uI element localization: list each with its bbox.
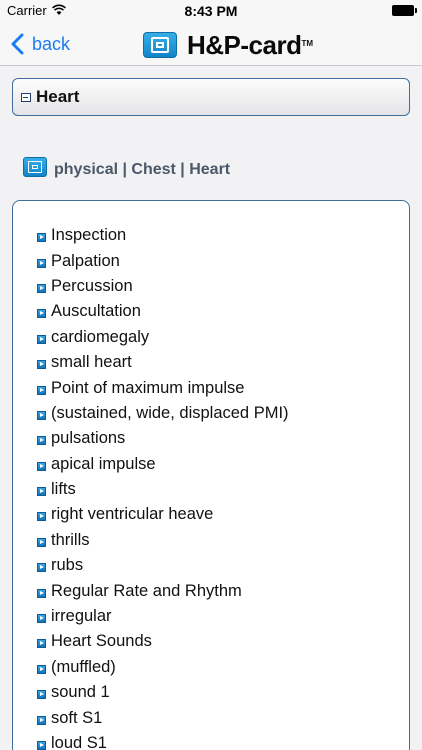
list-item-label: small heart [51,353,132,372]
findings-list-card: Inspection Palpation Percussion Auscultatio… [12,200,410,750]
list-item-label: Percussion [51,276,133,295]
arrow-bullet-icon [37,283,46,293]
section-header-heart[interactable]: Heart [12,78,410,116]
list-item-label: apical impulse [51,454,156,473]
arrow-bullet-icon [37,461,46,471]
arrow-bullet-icon [37,639,46,649]
list-item-label: thrills [51,530,90,549]
list-item-label: soft S1 [51,708,103,727]
list-item[interactable]: thrills [37,528,397,553]
list-item-label: loud S1 [51,734,107,750]
list-item-label: cardiomegaly [51,327,150,346]
list-item[interactable]: loud S1 [37,731,397,750]
arrow-bullet-icon [37,309,46,319]
arrow-bullet-icon [37,360,46,370]
app-logo: H&P-card TM [143,29,314,60]
arrow-bullet-icon [37,512,46,522]
list-item[interactable]: Point of maximum impulse [37,375,397,400]
list-item[interactable]: pulsations [37,426,397,451]
list-item[interactable]: sound 1 [37,680,397,705]
list-item[interactable]: rubs [37,553,397,578]
list-item[interactable]: small heart [37,350,397,375]
card-logo-icon [143,32,177,58]
list-item-label: Auscultation [51,302,141,321]
list-item-label: Regular Rate and Rhythm [51,581,242,600]
breadcrumb: physical | Chest | Heart [23,156,230,184]
list-item[interactable]: soft S1 [37,705,397,730]
arrow-bullet-icon [37,385,46,395]
battery-icon [392,5,417,16]
navigation-bar: back H&P-card TM [0,22,422,66]
list-item[interactable]: irregular [37,604,397,629]
list-item[interactable]: Inspection [37,223,397,248]
chevron-left-icon [11,33,24,55]
arrow-bullet-icon [37,563,46,573]
status-bar: Carrier 8:43 PM [0,0,422,22]
list-item-label: right ventricular heave [51,505,214,524]
list-item-label: Point of maximum impulse [51,378,245,397]
list-item-label: Inspection [51,226,127,245]
list-item-label: sound 1 [51,683,110,702]
list-item-label: Heart Sounds [51,632,152,651]
list-item[interactable]: lifts [37,477,397,502]
back-label: back [32,33,71,54]
list-item-label: (muffled) [51,657,116,676]
status-time: 8:43 PM [184,3,238,19]
arrow-bullet-icon [37,614,46,624]
arrow-bullet-icon [37,436,46,446]
list-item[interactable]: right ventricular heave [37,502,397,527]
arrow-bullet-icon [37,334,46,344]
list-item-label: (sustained, wide, displaced PMI) [51,403,289,422]
card-breadcrumb-icon [23,157,47,177]
back-button[interactable]: back [10,30,70,58]
list-item[interactable]: Regular Rate and Rhythm [37,578,397,603]
list-item[interactable]: (sustained, wide, displaced PMI) [37,401,397,426]
logo-trademark: TM [301,38,314,48]
list-item[interactable]: apical impulse [37,452,397,477]
list-item[interactable]: (muffled) [37,655,397,680]
arrow-bullet-icon [37,487,46,497]
arrow-bullet-icon [37,741,46,750]
section-icon [21,92,31,102]
arrow-bullet-icon [37,410,46,420]
logo-text: H&P-card [187,29,302,60]
list-item[interactable]: cardiomegaly [37,325,397,350]
list-item-label: irregular [51,607,112,626]
arrow-bullet-icon [37,715,46,725]
arrow-bullet-icon [37,664,46,674]
list-item-label: pulsations [51,429,126,448]
list-item[interactable]: Heart Sounds [37,629,397,654]
list-item[interactable]: Auscultation [37,299,397,324]
section-title: Heart [36,87,80,106]
arrow-bullet-icon [37,588,46,598]
arrow-bullet-icon [37,258,46,268]
arrow-bullet-icon [37,690,46,700]
findings-list: Inspection Palpation Percussion Auscultatio… [37,223,397,750]
arrow-bullet-icon [37,233,46,243]
list-item-label: lifts [51,480,76,499]
list-item-label: rubs [51,556,84,575]
arrow-bullet-icon [37,537,46,547]
list-item[interactable]: Palpation [37,248,397,273]
list-item[interactable]: Percussion [37,274,397,299]
list-item-label: Palpation [51,251,120,270]
breadcrumb-text: physical | Chest | Heart [54,161,231,178]
